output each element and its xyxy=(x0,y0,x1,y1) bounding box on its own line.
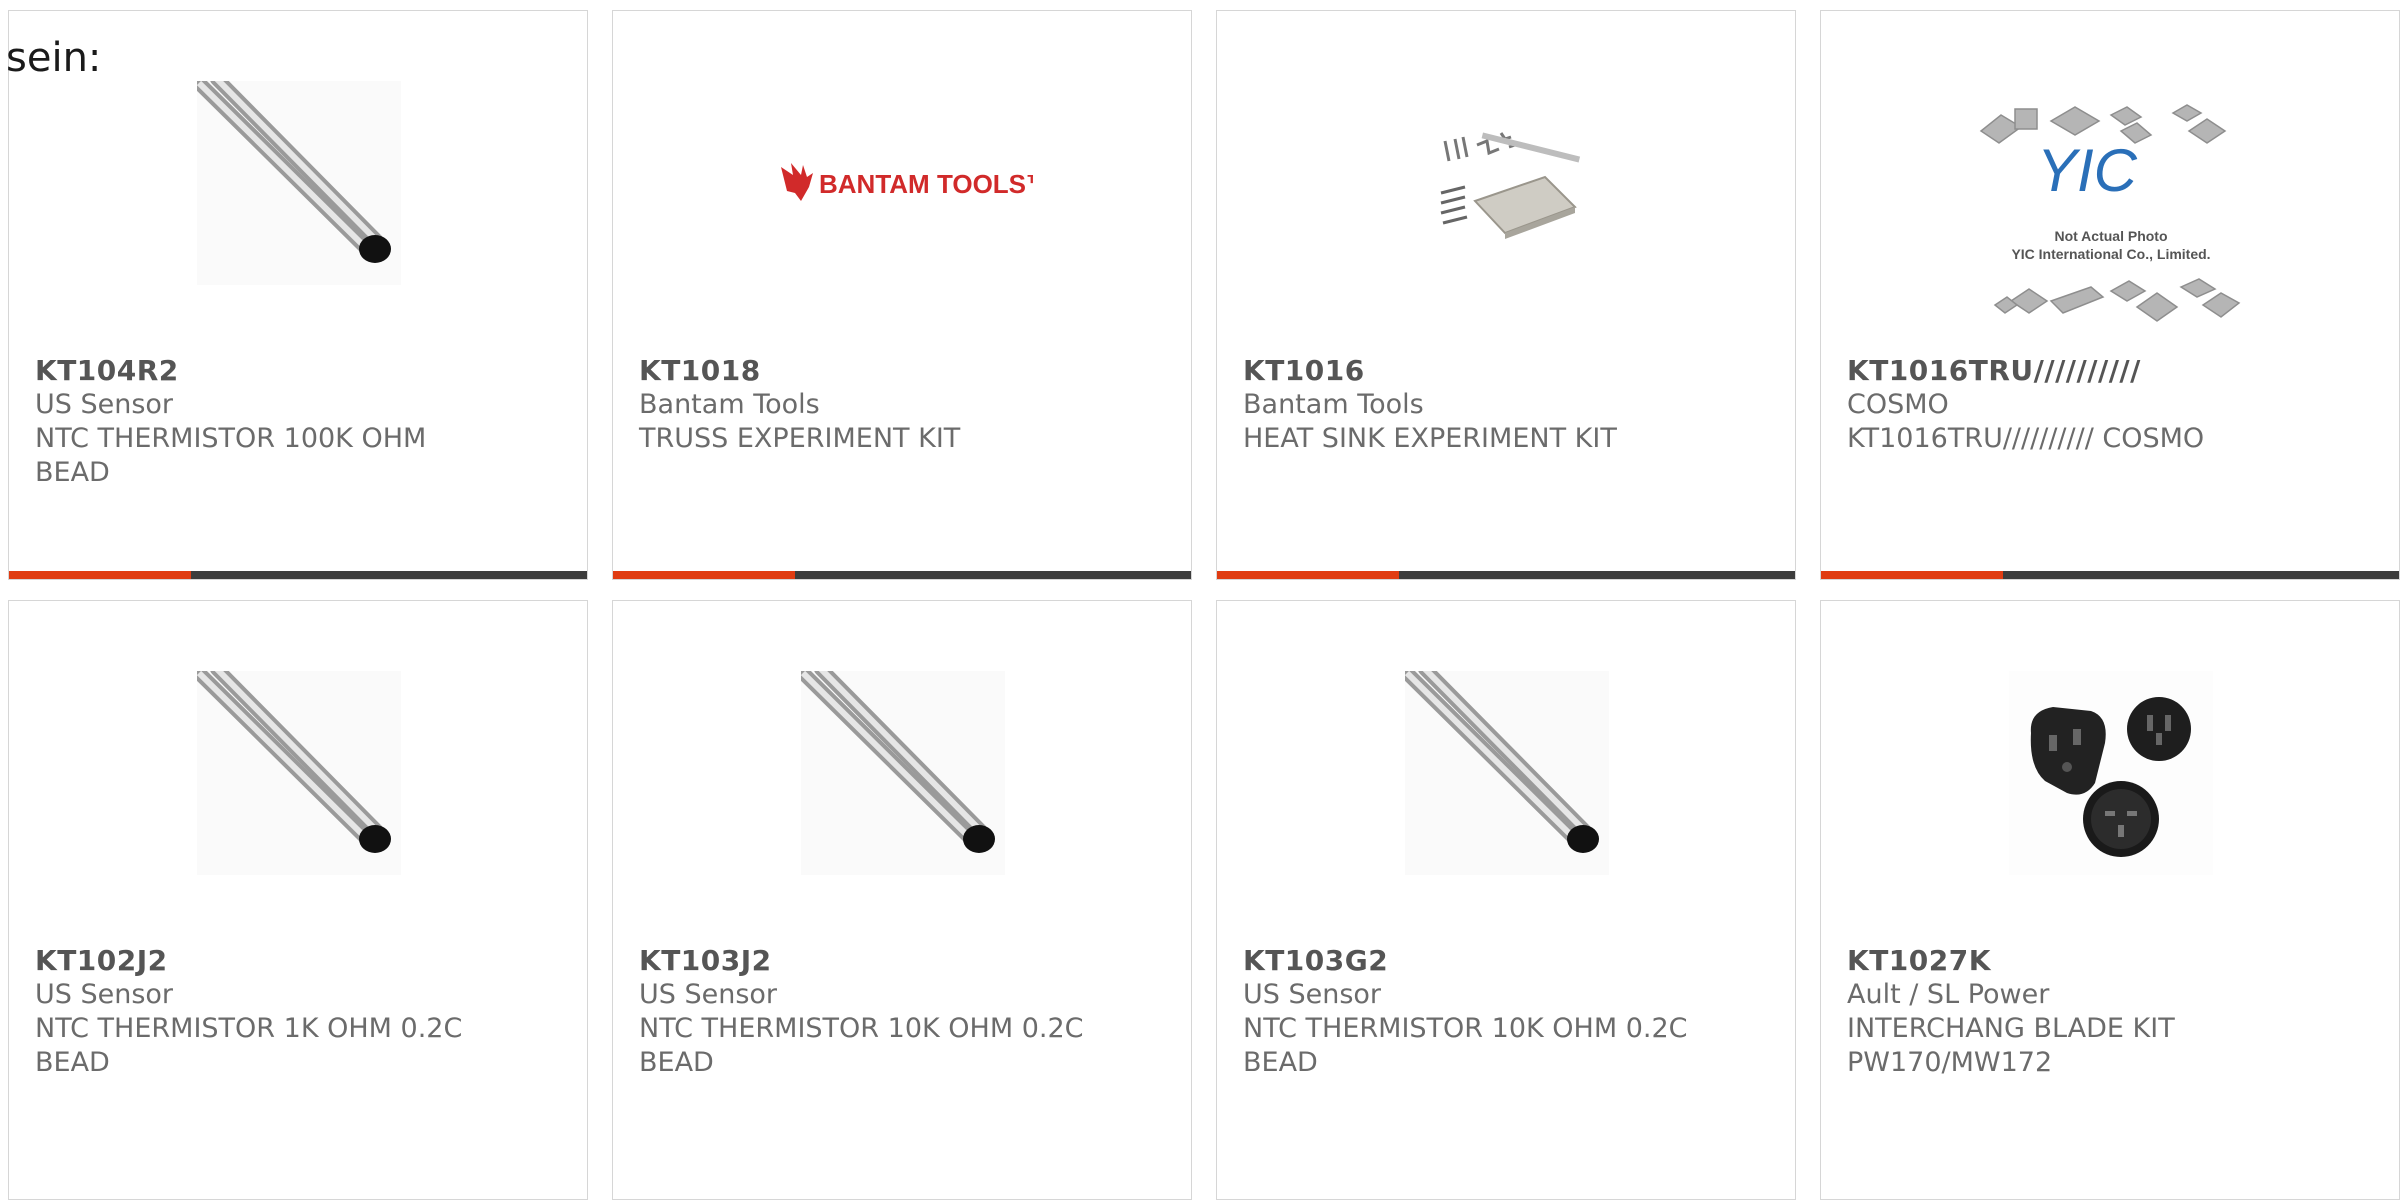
description-line: TRUSS EXPERIMENT KIT xyxy=(639,423,961,454)
brand: US Sensor xyxy=(35,389,174,420)
description-line: INTERCHANG BLADE KIT xyxy=(1847,1013,2175,1044)
part-number[interactable]: KT1018 xyxy=(639,354,1179,388)
card-footer-bar xyxy=(1217,571,1795,579)
bantam-tools-logo-icon: BANTAM TOOLS™ xyxy=(781,163,1033,201)
plug-adapters-image xyxy=(2009,671,2213,875)
product-image[interactable]: BANTAM TOOLS™ xyxy=(773,81,1033,285)
brand: US Sensor xyxy=(35,979,174,1010)
card-footer-bar xyxy=(9,571,587,579)
brand: Ault / SL Power xyxy=(1847,979,2050,1010)
product-card-kt103j2[interactable]: KT103J2 US Sensor NTC THERMISTOR 10K OHM… xyxy=(612,600,1192,1200)
thermistor-image xyxy=(1405,671,1609,875)
part-number[interactable]: KT1016TRU////////// xyxy=(1847,354,2387,388)
card-footer-bar xyxy=(613,571,1191,579)
part-number[interactable]: KT102J2 xyxy=(35,944,575,978)
heat-sink-kit-image xyxy=(1440,132,1581,239)
description-line: BEAD xyxy=(639,1047,714,1078)
description-line: NTC THERMISTOR 10K OHM 0.2C xyxy=(1243,1013,1688,1044)
description-line: HEAT SINK EXPERIMENT KIT xyxy=(1243,423,1617,454)
description-line: BEAD xyxy=(35,457,110,488)
part-number[interactable]: KT1016 xyxy=(1243,354,1783,388)
description-line: NTC THERMISTOR 10K OHM 0.2C xyxy=(639,1013,1084,1044)
svg-text:YIC: YIC xyxy=(2037,137,2138,204)
thermistor-image xyxy=(801,671,1005,875)
brand: Bantam Tools xyxy=(639,389,820,420)
part-number[interactable]: KT103G2 xyxy=(1243,944,1783,978)
product-image[interactable] xyxy=(197,81,401,285)
brand: COSMO xyxy=(1847,389,1949,420)
part-number[interactable]: KT1027K xyxy=(1847,944,2387,978)
description-line: NTC THERMISTOR 1K OHM 0.2C xyxy=(35,1013,463,1044)
product-card-kt1016[interactable]: KT1016 Bantam Tools HEAT SINK EXPERIMENT… xyxy=(1216,10,1796,580)
product-image[interactable] xyxy=(1405,81,1609,285)
description-line: KT1016TRU////////// COSMO xyxy=(1847,423,2205,454)
placeholder-label: Not Actual Photo xyxy=(2054,228,2167,244)
yic-placeholder-image: YIC Not Actual Photo YIC International C… xyxy=(1979,104,2241,322)
product-image[interactable]: YIC Not Actual Photo YIC International C… xyxy=(1971,91,2251,341)
brand: US Sensor xyxy=(1243,979,1382,1010)
product-card-kt104r2[interactable]: KT104R2 US Sensor NTC THERMISTOR 100K OH… xyxy=(8,10,588,580)
product-card-kt1018[interactable]: BANTAM TOOLS™ KT1018 Bantam Tools TRUSS … xyxy=(612,10,1192,580)
section-heading: sein: xyxy=(6,35,102,81)
brand: US Sensor xyxy=(639,979,778,1010)
product-image[interactable] xyxy=(801,671,1005,875)
card-footer-bar xyxy=(1821,571,2399,579)
product-image[interactable] xyxy=(2009,671,2213,875)
product-card-kt1027k[interactable]: KT1027K Ault / SL Power INTERCHANG BLADE… xyxy=(1820,600,2400,1200)
product-card-kt102j2[interactable]: KT102J2 US Sensor NTC THERMISTOR 1K OHM … xyxy=(8,600,588,1200)
description-line: BEAD xyxy=(1243,1047,1318,1078)
product-card-kt103g2[interactable]: KT103G2 US Sensor NTC THERMISTOR 10K OHM… xyxy=(1216,600,1796,1200)
part-number[interactable]: KT104R2 xyxy=(35,354,575,388)
description-line: PW170/MW172 xyxy=(1847,1047,2053,1078)
product-image[interactable] xyxy=(197,671,401,875)
product-card-kt1016tru[interactable]: YIC Not Actual Photo YIC International C… xyxy=(1820,10,2400,580)
brand: Bantam Tools xyxy=(1243,389,1424,420)
placeholder-company: YIC International Co., Limited. xyxy=(2011,246,2210,262)
description-line: NTC THERMISTOR 100K OHM xyxy=(35,423,427,454)
thermistor-image xyxy=(197,81,401,285)
logo-text: BANTAM TOOLS™ xyxy=(819,169,1033,199)
part-number[interactable]: KT103J2 xyxy=(639,944,1179,978)
description-line: BEAD xyxy=(35,1047,110,1078)
thermistor-image xyxy=(197,671,401,875)
product-image[interactable] xyxy=(1405,671,1609,875)
